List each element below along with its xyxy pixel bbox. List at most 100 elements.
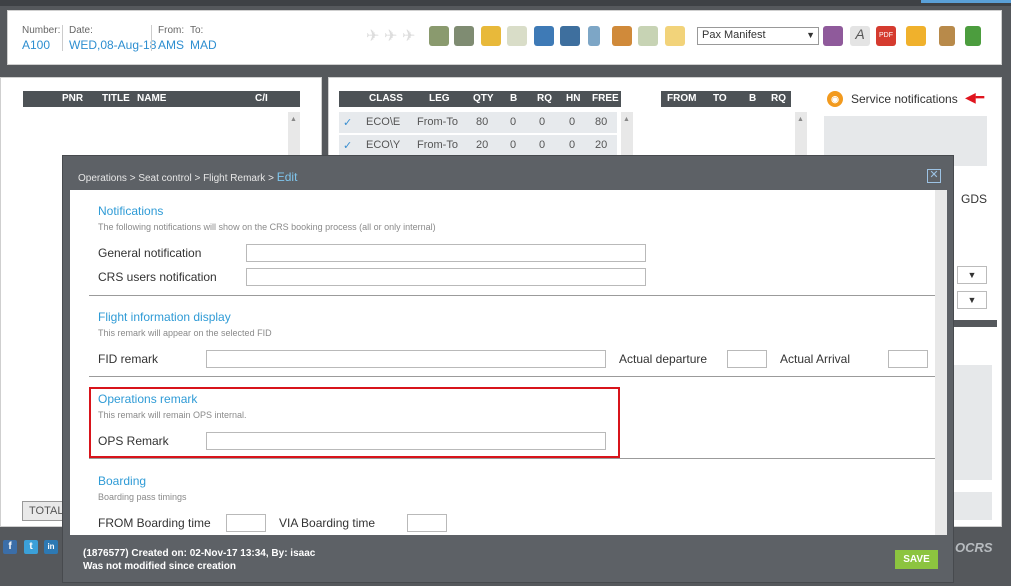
plane-icon[interactable]: ✈	[366, 26, 386, 46]
users-icon[interactable]	[534, 26, 554, 46]
passenger-table-header: PNR TITLE NAME C/I	[23, 91, 300, 107]
record-info: (1876577) Created on: 02-Nov-17 13:34, B…	[83, 547, 315, 573]
column-header: TO	[713, 93, 727, 104]
created-info: (1876577) Created on: 02-Nov-17 13:34, B…	[83, 548, 316, 559]
via-boarding-label: VIA Boarding time	[279, 516, 376, 530]
font-icon[interactable]: A	[850, 26, 870, 46]
total-label: TOTAL	[22, 501, 64, 521]
side-box	[954, 365, 992, 480]
dropdown[interactable]: ▼	[957, 266, 987, 284]
via-boarding-input[interactable]	[407, 514, 447, 532]
rq-cell: 0	[539, 139, 546, 151]
list-icon[interactable]	[454, 26, 474, 46]
class-cell: ECO\Y	[366, 139, 401, 151]
column-header: PNR	[62, 93, 84, 104]
flight-number-label: Number:	[22, 25, 61, 36]
service-notifications-label: Service notifications	[851, 92, 958, 106]
column-header: B	[749, 93, 757, 104]
twitter-icon[interactable]: t	[24, 540, 38, 554]
table-row[interactable]: ✓ ECO\Y From-To 20 0 0 0 20	[339, 135, 617, 156]
section-title: Boarding	[98, 474, 147, 488]
general-notification-label: General notification	[98, 246, 202, 260]
pencil-icon[interactable]	[481, 26, 501, 46]
gds-label: GDS	[961, 192, 988, 206]
section-subtitle: Boarding pass timings	[98, 492, 187, 502]
agent-icon[interactable]	[612, 26, 632, 46]
scrollbar[interactable]	[935, 190, 947, 535]
modified-info: Was not modified since creation	[83, 561, 236, 572]
section-title: Flight information display	[98, 310, 231, 324]
chevron-down-icon: ▼	[806, 30, 815, 40]
table-row[interactable]: ✓ ECO\E From-To 80 0 0 0 80	[339, 112, 617, 133]
rq-cell: 0	[539, 116, 546, 128]
from-boarding-input[interactable]	[226, 514, 266, 532]
class-cell: ECO\E	[366, 116, 401, 128]
column-header: CLASS	[369, 93, 403, 104]
column-header: QTY	[473, 93, 494, 104]
flight-date: WED,08-Aug-18	[69, 38, 157, 52]
mail-icon[interactable]	[906, 26, 926, 46]
section-title: Notifications	[98, 204, 164, 218]
fid-remark-label: FID remark	[98, 352, 158, 366]
report-select[interactable]: Pax Manifest ▼	[697, 27, 819, 45]
column-header: C/I	[255, 93, 268, 104]
actual-arrival-label: Actual Arrival	[780, 352, 851, 366]
divider-bar	[954, 320, 997, 327]
mobile-icon[interactable]	[588, 26, 600, 46]
facebook-icon[interactable]: f	[3, 540, 17, 554]
linkedin-icon[interactable]: in	[44, 540, 58, 554]
dialog-header: Operations > Seat control > Flight Remar…	[63, 156, 953, 190]
actual-departure-input[interactable]	[727, 350, 767, 368]
save-button[interactable]: SAVE	[895, 550, 938, 569]
flight-number-field: Number: A100	[22, 25, 60, 52]
check-icon: ✓	[343, 117, 353, 129]
section-subtitle: The following notifications will show on…	[98, 222, 436, 232]
flight-from-label: From:	[158, 25, 185, 36]
breadcrumb: Operations > Seat control > Flight Remar…	[78, 170, 297, 184]
scrollbar[interactable]: ▲	[795, 112, 807, 157]
close-icon[interactable]: ✕	[927, 169, 941, 183]
check-icon: ✓	[343, 140, 353, 152]
brand-logo: OCRS	[955, 540, 993, 555]
crs-notification-label: CRS users notification	[98, 270, 217, 284]
chevron-up-icon: ▲	[797, 116, 804, 123]
plane-icon[interactable]: ✈	[384, 26, 404, 46]
column-header: HN	[566, 93, 581, 104]
flight-date-field: Date: WED,08-Aug-18	[69, 25, 156, 52]
printer-icon[interactable]	[823, 26, 843, 46]
add-list-icon[interactable]	[429, 26, 449, 46]
pdf-icon[interactable]: PDF	[876, 26, 896, 46]
column-header: FROM	[667, 93, 697, 104]
fid-remark-input[interactable]	[206, 350, 606, 368]
column-header: RQ	[537, 93, 552, 104]
leg-table-header: FROM TO B RQ	[661, 91, 791, 107]
dropdown[interactable]: ▼	[957, 291, 987, 309]
user-search-icon[interactable]	[560, 26, 580, 46]
scrollbar[interactable]: ▲	[621, 112, 633, 157]
note-icon[interactable]	[665, 26, 685, 46]
column-header: RQ	[771, 93, 786, 104]
qty-cell: 20	[476, 139, 489, 151]
column-header: LEG	[429, 93, 450, 104]
report-select-value: Pax Manifest	[702, 29, 766, 41]
section-divider	[89, 295, 939, 296]
breadcrumb-path[interactable]: Operations > Seat control > Flight Remar…	[78, 173, 277, 184]
refresh-icon[interactable]	[965, 26, 981, 46]
leg-cell: From-To	[417, 139, 458, 151]
hn-cell: 0	[569, 139, 576, 151]
clipboard-icon[interactable]	[939, 26, 955, 46]
top-bar	[0, 0, 1011, 6]
b-cell: 0	[510, 139, 517, 151]
plane-icon[interactable]: ✈	[402, 26, 422, 46]
chevron-up-icon: ▲	[290, 116, 297, 123]
chevron-up-icon: ▲	[623, 116, 630, 123]
flight-header: Number: A100 Date: WED,08-Aug-18 From: A…	[7, 10, 1002, 65]
flight-from: AMS	[158, 38, 185, 52]
check-document-icon[interactable]	[638, 26, 658, 46]
general-notification-input[interactable]	[246, 244, 646, 262]
crs-notification-input[interactable]	[246, 268, 646, 286]
document-edit-icon[interactable]	[507, 26, 527, 46]
actual-arrival-input[interactable]	[888, 350, 928, 368]
b-cell: 0	[510, 116, 517, 128]
column-header: TITLE	[102, 93, 130, 104]
